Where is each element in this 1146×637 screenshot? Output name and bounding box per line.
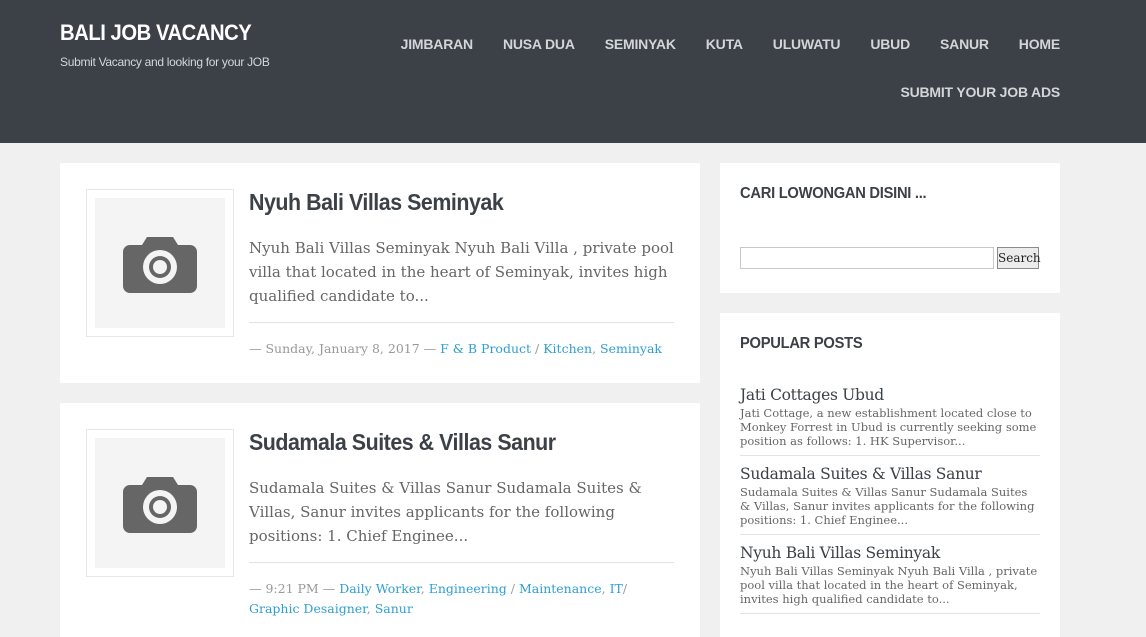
nav-item-kuta[interactable]: KUTA (706, 36, 743, 52)
popular-posts-widget: POPULAR POSTS Jati Cottages Ubud Jati Co… (720, 313, 1060, 637)
post-date: — 9:21 PM — (249, 581, 336, 596)
popular-post-title[interactable]: Sudamala Suites & Villas Sanur (740, 464, 1040, 484)
post-thumbnail[interactable] (86, 429, 234, 577)
post-thumbnail[interactable] (86, 189, 234, 337)
list-item: Nyuh Bali Villas Seminyak Nyuh Bali Vill… (740, 543, 1040, 614)
post-excerpt: Sudamala Suites & Villas Sanur Sudamala … (249, 479, 642, 545)
post-excerpt: Nyuh Bali Villas Seminyak Nyuh Bali Vill… (249, 239, 674, 305)
post-title[interactable]: Sudamala Suites & Villas Sanur (249, 429, 556, 456)
widget-title: CARI LOWONGAN DISINI ... (740, 185, 927, 202)
post-date: — Sunday, January 8, 2017 — (249, 341, 437, 356)
nav-item-nusa-dua[interactable]: NUSA DUA (503, 36, 575, 52)
list-item: Sudamala Suites & Villas Sanur Sudamala … (740, 464, 1040, 535)
nav-item-jimbaran[interactable]: JIMBARAN (401, 36, 473, 52)
nav-item-sanur[interactable]: SANUR (940, 36, 989, 52)
category-link[interactable]: Maintenance (519, 581, 602, 596)
nav-item-home[interactable]: HOME (1019, 36, 1060, 52)
site-tagline: Submit Vacancy and looking for your JOB (60, 55, 270, 69)
nav-item-uluwatu[interactable]: ULUWATU (773, 36, 841, 52)
popular-post-excerpt: Nyuh Bali Villas Seminyak Nyuh Bali Vill… (740, 564, 1038, 606)
search-button[interactable]: Search (997, 247, 1041, 269)
widget-title: POPULAR POSTS (740, 335, 863, 352)
list-item: Jati Cottages Ubud Jati Cottage, a new e… (740, 385, 1040, 456)
category-link[interactable]: Engineering (429, 581, 507, 596)
nav-item-ubud[interactable]: UBUD (870, 36, 910, 52)
category-link[interactable]: F & B Product (440, 341, 531, 356)
main-nav: JIMBARAN NUSA DUA SEMINYAK KUTA ULUWATU … (371, 36, 1061, 52)
popular-post-excerpt: Sudamala Suites & Villas Sanur Sudamala … (740, 485, 1035, 527)
category-link[interactable]: Kitchen (543, 341, 592, 356)
popular-post-title[interactable]: Jati Cottages Ubud (740, 385, 1040, 405)
category-link[interactable]: IT (610, 581, 623, 596)
camera-icon (123, 237, 197, 293)
post-card: Nyuh Bali Villas Seminyak Nyuh Bali Vill… (60, 163, 700, 383)
category-link[interactable]: Sanur (375, 601, 413, 616)
post-meta: — 9:21 PM — Daily Worker, Engineering / … (249, 581, 628, 616)
camera-icon (123, 477, 197, 533)
post-title[interactable]: Nyuh Bali Villas Seminyak (249, 189, 504, 216)
category-link[interactable]: Graphic Desaigner (249, 601, 367, 616)
post-divider (249, 562, 674, 563)
post-card: Sudamala Suites & Villas Sanur Sudamala … (60, 403, 700, 637)
nav-item-seminyak[interactable]: SEMINYAK (605, 36, 676, 52)
site-title[interactable]: BALI JOB VACANCY (60, 20, 252, 46)
post-meta: — Sunday, January 8, 2017 — F & B Produc… (249, 341, 662, 356)
search-widget: CARI LOWONGAN DISINI ... Search (720, 163, 1060, 293)
search-input[interactable] (740, 247, 994, 269)
nav-item-submit-job-ads[interactable]: SUBMIT YOUR JOB ADS (900, 84, 1060, 100)
site-header: BALI JOB VACANCY Submit Vacancy and look… (0, 0, 1146, 143)
popular-post-title[interactable]: Nyuh Bali Villas Seminyak (740, 543, 1040, 563)
category-link[interactable]: Seminyak (600, 341, 662, 356)
popular-posts-list: Jati Cottages Ubud Jati Cottage, a new e… (740, 385, 1040, 622)
category-link[interactable]: Daily Worker (339, 581, 421, 596)
post-divider (249, 322, 674, 323)
popular-post-excerpt: Jati Cottage, a new establishment locate… (740, 406, 1037, 448)
